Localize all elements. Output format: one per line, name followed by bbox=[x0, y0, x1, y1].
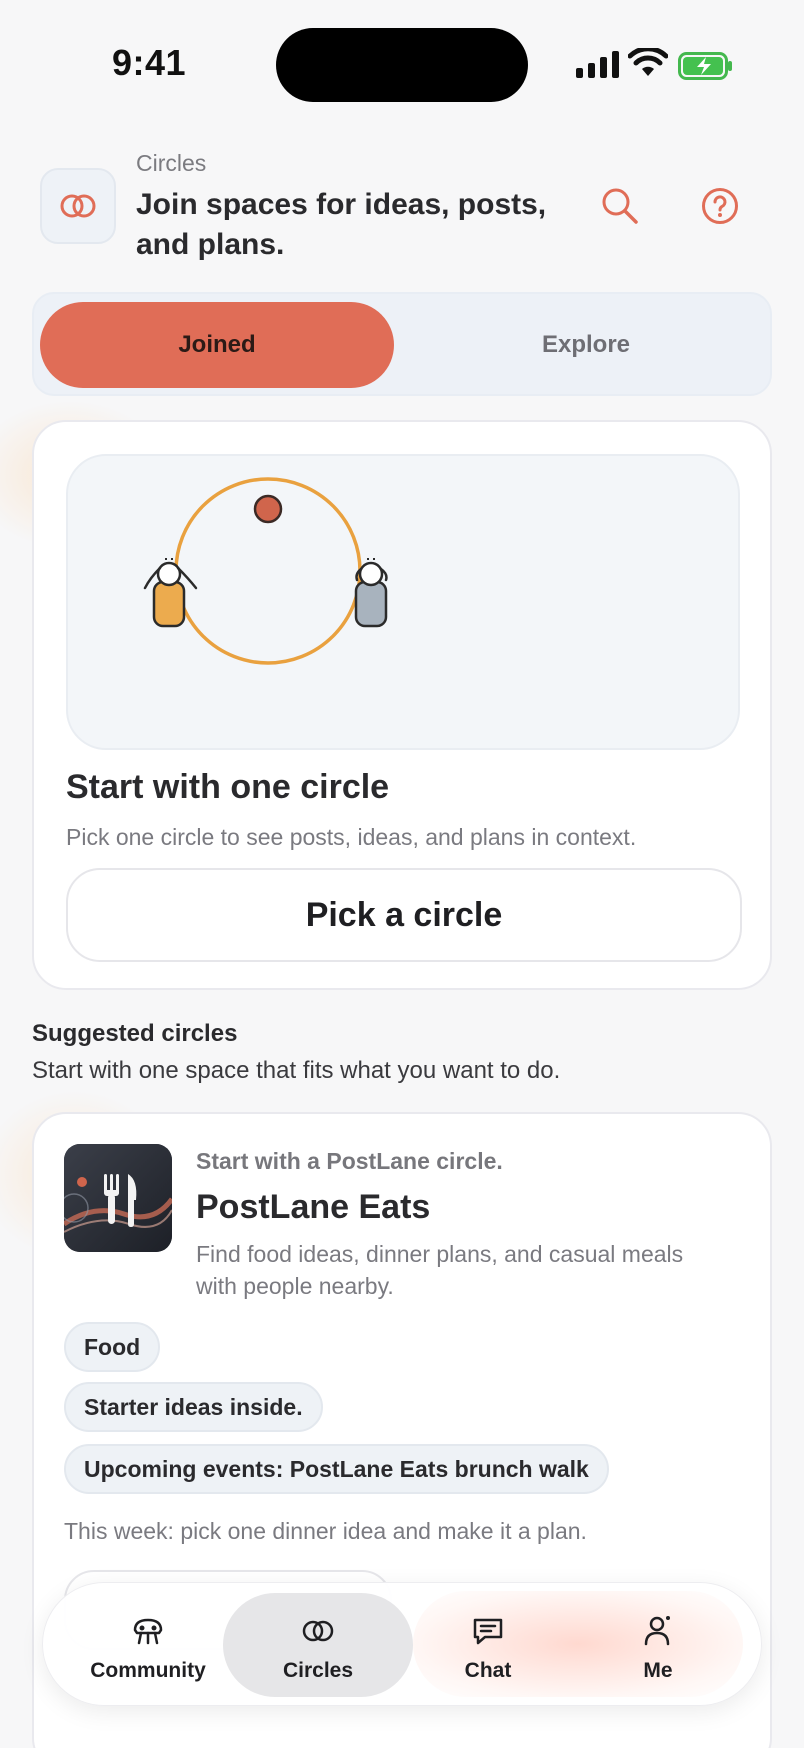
circles-logo-icon bbox=[60, 194, 96, 218]
battery-icon bbox=[678, 52, 732, 80]
page-title: Join spaces for ideas, posts, and plans. bbox=[136, 188, 547, 261]
circle-illustration bbox=[66, 454, 740, 750]
utensils-icon bbox=[64, 1144, 172, 1252]
cellular-signal-icon bbox=[576, 50, 619, 78]
tab-explore[interactable]: Explore bbox=[406, 302, 766, 388]
search-icon bbox=[602, 188, 638, 224]
community-icon bbox=[133, 1618, 163, 1645]
tag-chip: Starter ideas inside. bbox=[64, 1382, 323, 1432]
events-chip: Upcoming events: PostLane Eats brunch wa… bbox=[64, 1444, 609, 1494]
empty-state-card: Start with one circle Pick one circle to… bbox=[32, 420, 772, 990]
tab-joined[interactable]: Joined bbox=[40, 302, 394, 388]
circle-name: PostLane Eats bbox=[196, 1188, 431, 1226]
dynamic-island bbox=[276, 28, 528, 102]
tab-chat[interactable]: Chat bbox=[403, 1613, 573, 1693]
segmented-control: Joined Explore bbox=[32, 292, 772, 396]
circle-illustration-graphic bbox=[143, 477, 388, 665]
search-button[interactable] bbox=[592, 178, 648, 234]
header-eyebrow: Circles bbox=[136, 150, 207, 176]
person-icon bbox=[644, 1616, 670, 1646]
circle-description: Find food ideas, dinner plans, and casua… bbox=[196, 1241, 684, 1299]
status-time: 9:41 bbox=[112, 42, 187, 83]
circle-eyebrow: Start with a PostLane circle. bbox=[196, 1148, 503, 1174]
tab-label: Community bbox=[90, 1659, 206, 1682]
help-button[interactable] bbox=[692, 178, 748, 234]
circle-thumbnail bbox=[64, 1144, 172, 1252]
tab-label: Me bbox=[643, 1659, 673, 1682]
header-text: Circles Join spaces for ideas, posts, an… bbox=[136, 150, 576, 265]
status-bar: 9:41 bbox=[0, 0, 804, 130]
tab-circles[interactable]: Circles bbox=[233, 1613, 403, 1693]
tab-community[interactable]: Community bbox=[63, 1613, 233, 1693]
chat-icon bbox=[473, 1618, 503, 1645]
tab-me[interactable]: Me bbox=[573, 1613, 743, 1693]
circles-icon bbox=[302, 1620, 334, 1642]
circles-logo bbox=[40, 168, 116, 244]
help-icon bbox=[702, 188, 738, 224]
week-note: This week: pick one dinner idea and make… bbox=[64, 1518, 587, 1544]
empty-state-description: Pick one circle to see posts, ideas, and… bbox=[66, 824, 637, 850]
person-right-icon bbox=[354, 558, 388, 628]
suggested-subtitle: Start with one space that fits what you … bbox=[32, 1057, 561, 1084]
wifi-icon bbox=[628, 48, 668, 76]
suggested-title: Suggested circles bbox=[32, 1020, 238, 1047]
pick-circle-button[interactable]: Pick a circle bbox=[66, 868, 742, 962]
bottom-tab-bar: Community Circles Chat Me bbox=[42, 1582, 762, 1706]
empty-state-title: Start with one circle bbox=[66, 768, 390, 806]
tag-chip: Food bbox=[64, 1322, 161, 1372]
tab-label: Circles bbox=[282, 1659, 354, 1682]
tab-label: Chat bbox=[464, 1659, 512, 1682]
